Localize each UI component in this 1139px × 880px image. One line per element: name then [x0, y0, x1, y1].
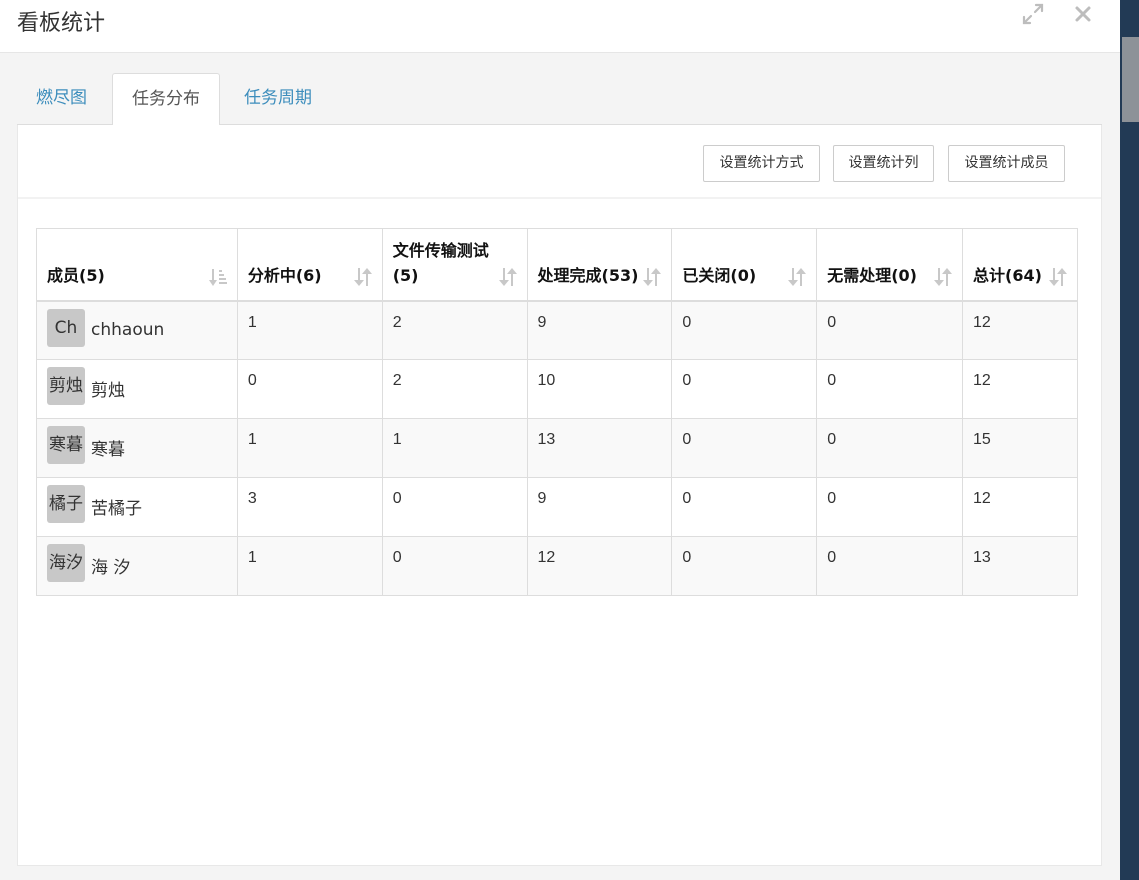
total-cell: 12 — [962, 300, 1078, 360]
sort-icon[interactable] — [353, 266, 372, 288]
set-stat-method-button[interactable]: 设置统计方式 — [703, 145, 820, 182]
table-row: 橘子 苦橘子 3 0 9 0 0 12 — [36, 477, 1078, 537]
col-header-no-action[interactable]: 无需处理(0) — [816, 228, 964, 302]
count-cell: 2 — [381, 359, 528, 419]
close-icon[interactable] — [1071, 2, 1095, 26]
member-name: 苦橘子 — [91, 498, 142, 519]
total-cell: 13 — [962, 536, 1078, 596]
member-cell: 橘子 苦橘子 — [36, 477, 238, 537]
member-name: 寒暮 — [91, 439, 125, 460]
total-cell: 15 — [962, 418, 1078, 478]
col-header-closed[interactable]: 已关闭(0) — [671, 228, 818, 302]
avatar: 橘子 — [47, 485, 85, 523]
modal-title: 看板统计 — [17, 11, 106, 36]
tab-task-cycle[interactable]: 任务周期 — [225, 73, 331, 125]
col-header-total[interactable]: 总计(64) — [962, 228, 1078, 302]
member-name: 剪烛 — [91, 380, 125, 401]
count-cell: 12 — [526, 536, 673, 596]
count-cell: 1 — [381, 418, 528, 478]
count-cell: 0 — [671, 536, 818, 596]
col-header-file-transfer-test[interactable]: 文件传输测试(5) — [381, 228, 528, 302]
count-cell: 9 — [526, 300, 673, 360]
background-app-edge — [1120, 0, 1139, 880]
count-cell: 9 — [526, 477, 673, 537]
count-cell: 0 — [816, 477, 964, 537]
count-cell: 13 — [526, 418, 673, 478]
count-cell: 10 — [526, 359, 673, 419]
board-stats-modal: 看板统计 燃尽图 任务分布 任务周期 设置统计方式 设置统计列 设置统计成员 成… — [0, 0, 1120, 880]
count-cell: 0 — [816, 536, 964, 596]
set-stat-columns-button[interactable]: 设置统计列 — [833, 145, 934, 182]
member-cell: Ch chhaoun — [36, 300, 238, 360]
scrollbar-thumb[interactable] — [1122, 37, 1139, 122]
col-header-analyzing[interactable]: 分析中(6) — [236, 228, 383, 302]
table-header-row: 成员(5) 分析中(6) 文件传输测试(5) 处理完成(53) 已关闭(0) 无… — [36, 228, 1078, 302]
avatar: 寒暮 — [47, 426, 85, 464]
tab-panel: 设置统计方式 设置统计列 设置统计成员 成员(5) 分析中(6) 文件传输测试(… — [17, 125, 1102, 866]
sort-icon[interactable] — [788, 266, 807, 288]
count-cell: 1 — [236, 418, 383, 478]
set-stat-members-button[interactable]: 设置统计成员 — [948, 145, 1065, 182]
stats-table: 成员(5) 分析中(6) 文件传输测试(5) 处理完成(53) 已关闭(0) 无… — [36, 228, 1078, 596]
col-header-member[interactable]: 成员(5) — [36, 228, 238, 302]
count-cell: 0 — [671, 477, 818, 537]
count-cell: 2 — [381, 300, 528, 360]
member-name: 海 汐 — [91, 557, 131, 578]
count-cell: 0 — [671, 300, 818, 360]
avatar: Ch — [47, 308, 85, 347]
count-cell: 0 — [816, 359, 964, 419]
count-cell: 0 — [671, 418, 818, 478]
expand-icon[interactable] — [1021, 2, 1045, 26]
tab-bar: 燃尽图 任务分布 任务周期 — [17, 73, 1102, 126]
total-cell: 12 — [962, 359, 1078, 419]
table-row: 寒暮 寒暮 1 1 13 0 0 15 — [36, 418, 1078, 478]
col-header-done[interactable]: 处理完成(53) — [526, 228, 673, 302]
avatar: 剪烛 — [47, 367, 85, 405]
count-cell: 0 — [381, 477, 528, 537]
sort-desc-icon[interactable] — [208, 266, 227, 288]
table-row: 海汐 海 汐 1 0 12 0 0 13 — [36, 536, 1078, 596]
member-cell: 海汐 海 汐 — [36, 536, 238, 596]
toolbar: 设置统计方式 设置统计列 设置统计成员 — [18, 125, 1101, 199]
tab-task-distribution[interactable]: 任务分布 — [112, 73, 220, 126]
col-header-label: 成员(5) — [47, 265, 105, 285]
total-cell: 12 — [962, 477, 1078, 537]
sort-icon[interactable] — [643, 266, 662, 288]
member-cell: 剪烛 剪烛 — [36, 359, 238, 419]
table-row: Ch chhaoun 1 2 9 0 0 12 — [36, 300, 1078, 360]
count-cell: 0 — [816, 418, 964, 478]
count-cell: 0 — [816, 300, 964, 360]
count-cell: 1 — [236, 536, 383, 596]
count-cell: 0 — [236, 359, 383, 419]
modal-header: 看板统计 — [0, 0, 1120, 53]
sort-icon[interactable] — [934, 266, 953, 288]
sort-icon[interactable] — [498, 266, 517, 288]
sort-icon[interactable] — [1049, 266, 1067, 288]
member-name: chhaoun — [91, 319, 165, 340]
tab-burndown[interactable]: 燃尽图 — [17, 73, 106, 125]
avatar: 海汐 — [47, 544, 85, 582]
count-cell: 0 — [381, 536, 528, 596]
table-row: 剪烛 剪烛 0 2 10 0 0 12 — [36, 359, 1078, 419]
count-cell: 3 — [236, 477, 383, 537]
count-cell: 1 — [236, 300, 383, 360]
count-cell: 0 — [671, 359, 818, 419]
member-cell: 寒暮 寒暮 — [36, 418, 238, 478]
